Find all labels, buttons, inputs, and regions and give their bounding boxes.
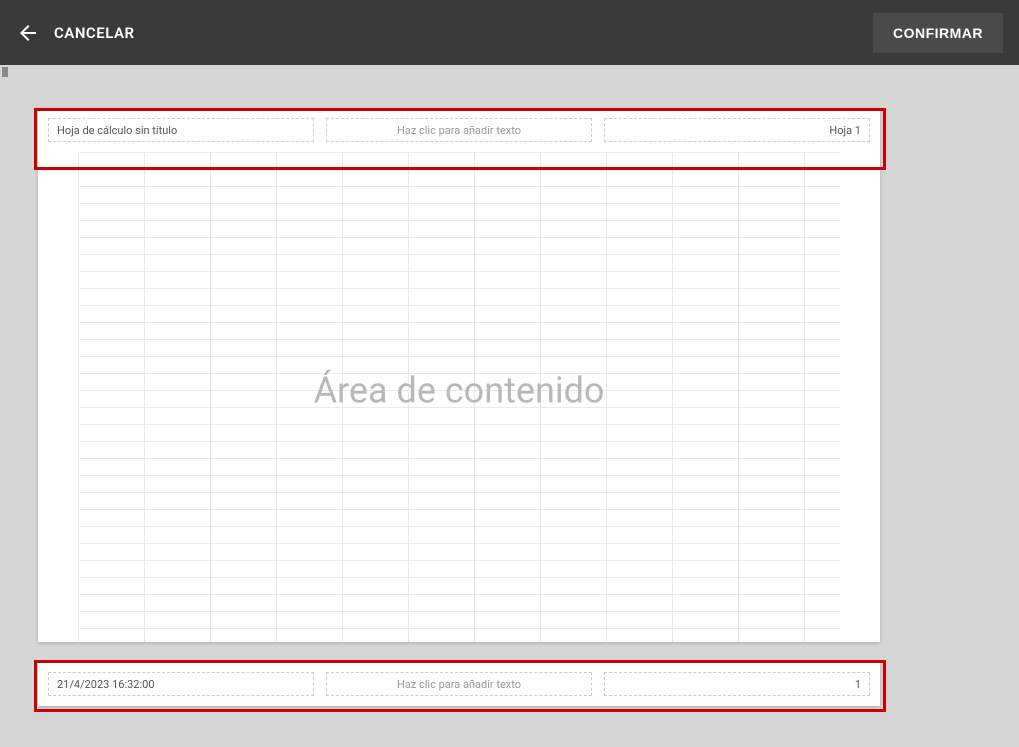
confirm-button[interactable]: CONFIRMAR [873, 13, 1003, 53]
footer-left-field[interactable]: 21/4/2023 16:32:00 [48, 672, 314, 696]
back-arrow-icon[interactable] [16, 21, 40, 45]
content-area-placeholder: Área de contenido [314, 370, 605, 412]
footer-right-field[interactable]: 1 [604, 672, 870, 696]
footer-center-field[interactable]: Haz clic para añadir texto [326, 672, 592, 696]
topbar-left: CANCELAR [16, 21, 135, 45]
spreadsheet-grid: Área de contenido [78, 152, 840, 642]
header-left-field[interactable]: Hoja de cálculo sin título [48, 118, 314, 142]
cancel-label[interactable]: CANCELAR [54, 24, 135, 42]
sheet-body: Área de contenido [38, 152, 880, 642]
page-header-row: Hoja de cálculo sin título Haz clic para… [38, 108, 880, 152]
scroll-indicator [2, 67, 8, 77]
topbar: CANCELAR CONFIRMAR [0, 0, 1019, 65]
header-center-field[interactable]: Haz clic para añadir texto [326, 118, 592, 142]
print-page: Hoja de cálculo sin título Haz clic para… [38, 108, 880, 642]
page-footer-row: 21/4/2023 16:32:00 Haz clic para añadir … [38, 662, 880, 706]
header-right-field[interactable]: Hoja 1 [604, 118, 870, 142]
